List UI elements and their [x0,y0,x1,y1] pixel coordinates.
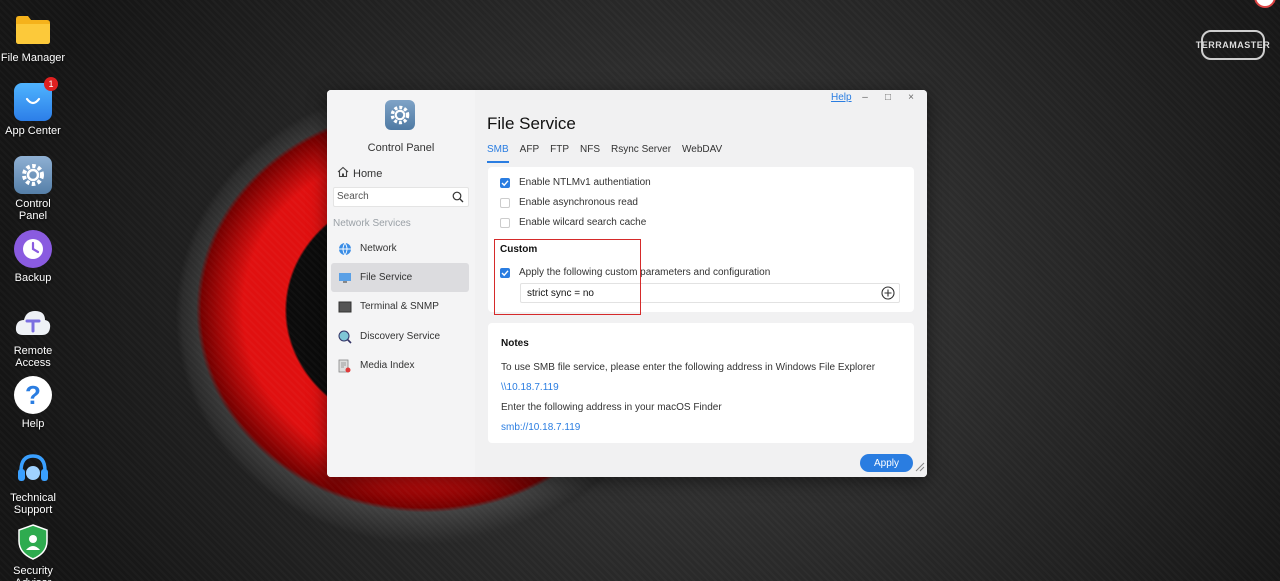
headset-icon [14,450,52,488]
resize-handle-icon[interactable] [915,461,925,475]
desktop-icon-backup[interactable]: Backup [0,230,66,284]
shopping-bag-icon: 1 [14,77,58,121]
desktop-icon-remote-access[interactable]: Remote Access [0,303,66,369]
tab-nfs[interactable]: NFS [580,144,600,163]
sidebar-item-label: Terminal & SNMP [360,301,439,312]
app-title: Control Panel [367,142,435,154]
magnifier-icon [337,329,352,344]
desktop-icon-help[interactable]: ? Help [0,376,66,430]
title-bar[interactable]: Help – □ × [475,90,927,108]
desktop-icon-control-panel[interactable]: Control Panel [0,156,66,222]
option-label: Enable wilcard search cache [519,217,647,228]
desktop-icon-security-advisor[interactable]: Security Advisor [0,523,66,581]
sidebar-item-file-service[interactable]: File Service [331,263,469,292]
search-placeholder: Search [337,191,369,202]
desktop-icon-label: Control Panel [15,198,51,222]
sidebar-item-media-index[interactable]: Media Index [331,351,469,380]
gear-icon [385,100,415,130]
section-label: Network Services [333,218,411,229]
option-label: Enable asynchronous read [519,197,638,208]
sidebar-item-label: Media Index [360,360,415,371]
tab-smb[interactable]: SMB [487,144,509,163]
notes-windows-text: To use SMB file service, please enter th… [501,362,876,373]
desktop-icon-app-center[interactable]: 1 App Center [0,77,66,137]
search-icon[interactable] [452,191,464,206]
sidebar-item-home[interactable]: Home [337,166,382,181]
gear-icon [14,156,52,194]
shield-icon [14,523,52,561]
search-input[interactable]: Search [333,187,469,207]
windows-address-link[interactable]: \\10.18.7.119 [501,382,559,393]
desktop-icon-label: Technical Support [10,492,56,516]
mac-address-link[interactable]: smb://10.18.7.119 [501,422,580,433]
home-label: Home [353,167,383,180]
option-label: Enable NTLMv1 authentiation [519,177,651,188]
question-icon: ? [14,376,52,414]
monitor-icon [337,270,352,285]
clock-icon [14,230,52,268]
sidebar-item-label: Discovery Service [360,331,441,342]
checkbox-unchecked[interactable] [500,217,510,228]
tab-bar: SMB AFP FTP NFS Rsync Server WebDAV [487,144,733,163]
cloud-icon [14,303,52,341]
sidebar-item-discovery-service[interactable]: Discovery Service [331,322,469,351]
desktop-icon-label: Security Advisor [13,565,53,581]
control-panel-window: Control Panel Home Search Network Servic… [327,90,927,477]
notification-badge: 1 [44,77,58,91]
home-icon [337,166,349,181]
tab-webdav[interactable]: WebDAV [682,144,722,163]
desktop-icon-label: App Center [5,125,61,137]
tab-afp[interactable]: AFP [520,144,539,163]
desktop-icon-technical-support[interactable]: Technical Support [0,450,66,516]
option-async-read[interactable]: Enable asynchronous read [500,197,638,208]
media-doc-icon [337,358,352,373]
main-panel: Help – □ × File Service SMB AFP FTP NFS … [475,90,927,477]
tab-ftp[interactable]: FTP [550,144,569,163]
notes-heading: Notes [501,338,529,349]
sidebar-item-label: File Service [360,272,413,283]
maximize-button[interactable]: □ [882,92,894,103]
highlight-box [494,239,641,315]
desktop-icon-label: Help [21,418,45,430]
brand-logo: TERRAMASTER [1196,30,1270,60]
apply-button[interactable]: Apply [860,454,913,472]
checkbox-unchecked[interactable] [500,197,510,208]
sidebar-item-label: Network [360,243,397,254]
smb-settings-card: Enable NTLMv1 authentiation Enable async… [488,167,914,315]
globe-icon [337,241,352,256]
tab-rsync-server[interactable]: Rsync Server [611,144,671,163]
notes-card: Notes To use SMB file service, please en… [488,323,914,443]
close-button[interactable]: × [905,92,917,103]
sidebar-item-terminal-snmp[interactable]: Terminal & SNMP [331,292,469,321]
minimize-button[interactable]: – [859,92,871,103]
sidebar-item-network[interactable]: Network [331,234,469,263]
desktop-icon-label: Backup [14,272,52,284]
add-circle-icon[interactable] [881,286,895,303]
desktop-icon-label: File Manager [0,52,66,64]
terminal-icon [337,299,352,314]
sidebar: Control Panel Home Search Network Servic… [327,90,475,477]
desktop-icon-label: Remote Access [13,345,53,369]
checkbox-checked[interactable] [500,177,510,188]
notes-mac-text: Enter the following address in your macO… [501,402,722,413]
page-title: File Service [487,114,576,133]
folder-icon [14,10,52,48]
desktop-icon-file-manager[interactable]: File Manager [0,10,66,64]
option-ntlmv1[interactable]: Enable NTLMv1 authentiation [500,177,651,188]
option-wildcard-cache[interactable]: Enable wilcard search cache [500,217,646,228]
help-link[interactable]: Help [831,92,852,103]
